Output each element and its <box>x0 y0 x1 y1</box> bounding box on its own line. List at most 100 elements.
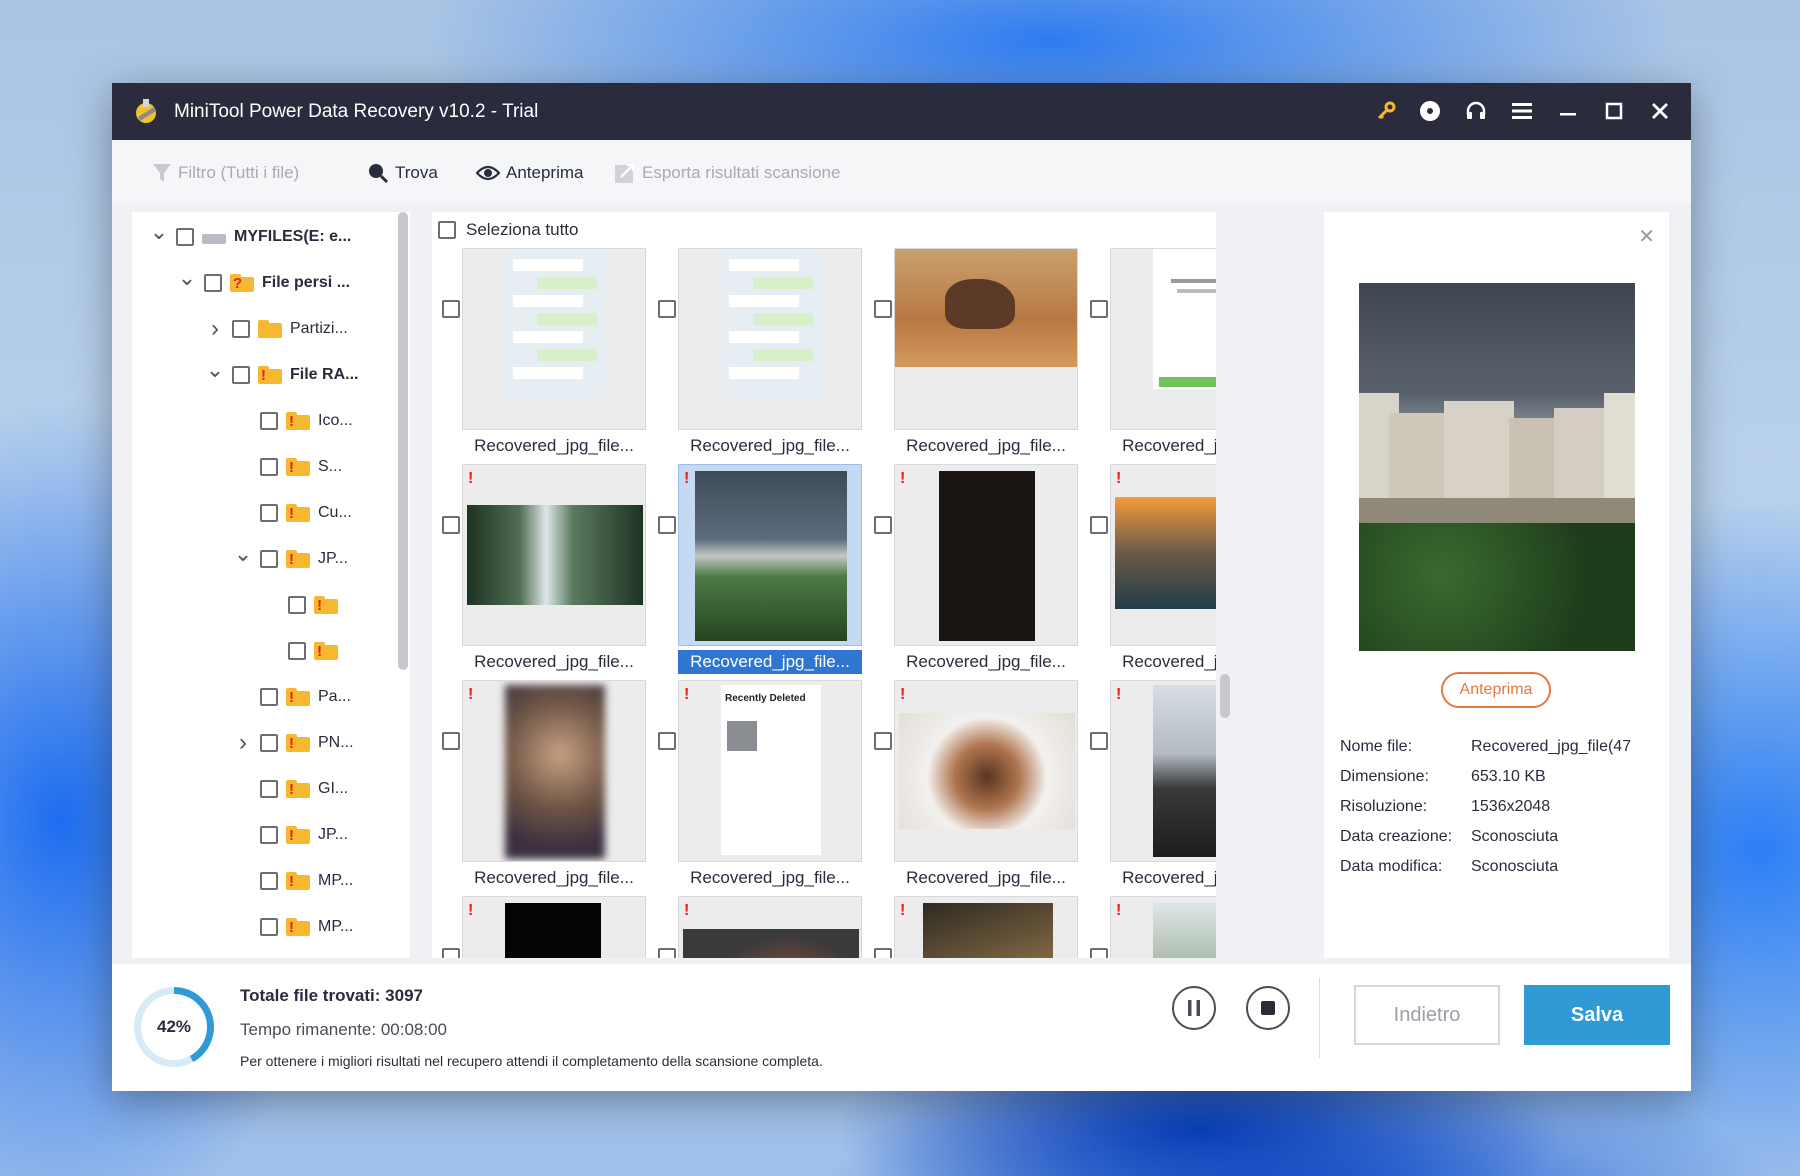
tree-item[interactable]: ! <box>262 590 346 620</box>
file-tile-checkbox[interactable] <box>658 516 676 534</box>
file-tile[interactable]: Recovered_jpg_file... <box>1080 248 1216 464</box>
chevron-down-icon[interactable]: ⌄ <box>150 219 168 244</box>
tree-item[interactable]: ! JP... <box>234 820 348 850</box>
file-tile-checkbox[interactable] <box>442 300 460 318</box>
tree-item-checkbox[interactable] <box>260 826 278 844</box>
file-tile[interactable]: Recovered_jpg_file... <box>648 248 864 464</box>
tree-item-checkbox[interactable] <box>260 688 278 706</box>
key-icon[interactable] <box>1372 97 1400 125</box>
file-thumbnail[interactable] <box>462 248 646 430</box>
minimize-icon[interactable] <box>1554 97 1582 125</box>
tree-item[interactable]: ⌄? File persi ... <box>178 265 350 298</box>
filter-button[interactable]: Filtro (Tutti i file) <box>152 160 299 186</box>
file-tile[interactable]: ! Recovered_jpg_file... <box>864 464 1080 680</box>
file-tile[interactable]: ! Recovered_jpg_file... <box>864 680 1080 896</box>
file-tile[interactable]: Recently Deleted! Recovered_jpg_file... <box>648 680 864 896</box>
folder-tree[interactable]: ⌄ MYFILES(E: e... ⌄? File persi ... › Partizi… <box>132 212 410 958</box>
file-tile-checkbox[interactable] <box>1090 516 1108 534</box>
file-tile[interactable]: ! Recovered_jpg_file... <box>1080 680 1216 896</box>
title-bar[interactable]: MiniTool Power Data Recovery v10.2 - Tri… <box>112 83 1691 140</box>
find-button[interactable]: Trova <box>367 160 438 186</box>
file-tile-checkbox[interactable] <box>1090 948 1108 958</box>
file-thumbnail[interactable] <box>462 464 646 646</box>
file-thumbnail[interactable] <box>894 680 1078 862</box>
back-button[interactable]: Indietro <box>1354 985 1500 1045</box>
file-thumbnail[interactable] <box>462 896 646 958</box>
file-tile[interactable]: Recovered_jpg_file... <box>432 248 648 464</box>
tree-item-checkbox[interactable] <box>260 872 278 890</box>
maximize-icon[interactable] <box>1600 97 1628 125</box>
tree-item[interactable]: ! MP... <box>234 866 353 896</box>
close-icon[interactable] <box>1646 97 1674 125</box>
tree-scrollbar[interactable] <box>398 212 408 670</box>
file-thumbnail[interactable] <box>678 464 862 646</box>
file-tile-checkbox[interactable] <box>874 300 892 318</box>
headset-icon[interactable] <box>1462 97 1490 125</box>
file-thumbnail[interactable] <box>894 896 1078 958</box>
file-tile[interactable]: ! <box>648 896 864 958</box>
file-tile-checkbox[interactable] <box>874 732 892 750</box>
tree-item[interactable]: ! Pa... <box>234 682 351 712</box>
file-tile-checkbox[interactable] <box>874 948 892 958</box>
tree-item[interactable]: ⌄! File RA... <box>206 357 358 390</box>
file-thumbnail[interactable] <box>894 248 1078 430</box>
file-thumbnail[interactable] <box>678 248 862 430</box>
menu-icon[interactable] <box>1508 97 1536 125</box>
chevron-down-icon[interactable]: ⌄ <box>178 265 196 290</box>
file-tile-checkbox[interactable] <box>1090 732 1108 750</box>
tree-item[interactable]: ⌄ MYFILES(E: e... <box>150 219 351 252</box>
tree-item[interactable]: ! Cu... <box>234 498 352 528</box>
file-tile-checkbox[interactable] <box>658 948 676 958</box>
select-all-checkbox[interactable] <box>438 221 456 239</box>
preview-button[interactable]: Anteprima <box>476 160 583 186</box>
file-tile-checkbox[interactable] <box>442 516 460 534</box>
file-tile-checkbox[interactable] <box>1090 300 1108 318</box>
file-thumbnail[interactable] <box>462 680 646 862</box>
preview-open-button[interactable]: Anteprima <box>1441 672 1551 708</box>
file-tile[interactable]: ! <box>432 896 648 958</box>
chevron-right-icon[interactable]: › <box>234 729 252 756</box>
tree-item-checkbox[interactable] <box>260 458 278 476</box>
file-thumbnail[interactable] <box>1110 680 1216 862</box>
file-thumbnail[interactable] <box>1110 464 1216 646</box>
tree-item-checkbox[interactable] <box>260 412 278 430</box>
tree-item-checkbox[interactable] <box>232 320 250 338</box>
tree-item[interactable]: ! GI... <box>234 774 348 804</box>
tree-item-checkbox[interactable] <box>260 780 278 798</box>
tree-item-checkbox[interactable] <box>288 642 306 660</box>
file-tile[interactable]: ! Recovered_jpg_file... <box>432 464 648 680</box>
tree-item[interactable]: ! MP... <box>234 912 353 942</box>
tree-item-checkbox[interactable] <box>204 274 222 292</box>
save-button[interactable]: Salva <box>1524 985 1670 1045</box>
tree-item-checkbox[interactable] <box>288 596 306 614</box>
tree-item-checkbox[interactable] <box>260 734 278 752</box>
file-tile[interactable]: ! Recovered_jpg_file... <box>432 680 648 896</box>
file-thumbnail[interactable]: Recently Deleted <box>678 680 862 862</box>
file-tile[interactable]: ! Recovered_jpg_file... <box>1080 464 1216 680</box>
chevron-down-icon[interactable]: ⌄ <box>234 541 252 566</box>
file-tile-checkbox[interactable] <box>442 732 460 750</box>
file-tile-checkbox[interactable] <box>658 732 676 750</box>
tree-item-checkbox[interactable] <box>260 504 278 522</box>
file-tile-checkbox[interactable] <box>442 948 460 958</box>
tree-item[interactable]: ›! PN... <box>234 728 354 758</box>
file-tile-checkbox[interactable] <box>658 300 676 318</box>
file-thumbnail[interactable] <box>678 896 862 958</box>
disc-icon[interactable] <box>1416 97 1444 125</box>
file-tile-checkbox[interactable] <box>874 516 892 534</box>
file-grid[interactable]: Seleziona tutto Recovered_jpg_file... Rec… <box>432 212 1216 958</box>
file-thumbnail[interactable] <box>894 464 1078 646</box>
tree-item-checkbox[interactable] <box>260 918 278 936</box>
tree-item-checkbox[interactable] <box>232 366 250 384</box>
chevron-down-icon[interactable]: ⌄ <box>206 357 224 382</box>
file-tile[interactable]: ! <box>1080 896 1216 958</box>
tree-item[interactable]: ! S... <box>234 452 342 482</box>
preview-close-icon[interactable]: ✕ <box>1638 224 1655 249</box>
tree-item[interactable]: ! <box>262 636 346 666</box>
file-thumbnail[interactable] <box>1110 248 1216 430</box>
pause-button[interactable] <box>1172 986 1216 1030</box>
stop-button[interactable] <box>1246 986 1290 1030</box>
chevron-right-icon[interactable]: › <box>206 315 224 342</box>
tree-item-checkbox[interactable] <box>176 228 194 246</box>
export-button[interactable]: Esporta risultati scansione <box>614 160 840 186</box>
